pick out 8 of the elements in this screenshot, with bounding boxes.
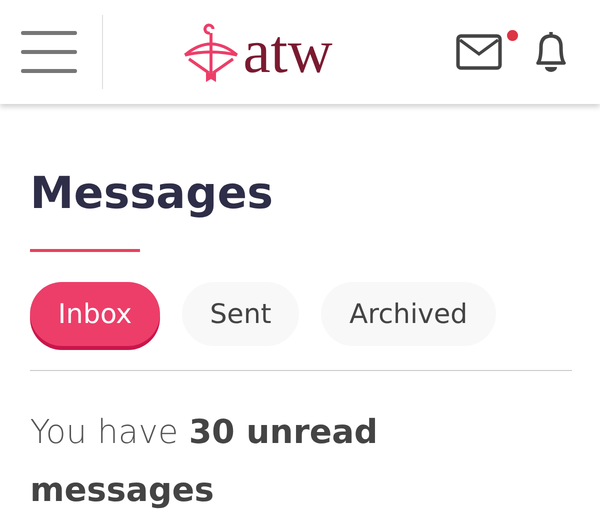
tab[interactable]: Sent [182,282,300,346]
tab[interactable]: Inbox [30,282,160,346]
logo: atw [243,21,333,83]
tab[interactable]: Archived [321,282,496,346]
hanger-bow-icon [181,21,241,83]
menu-icon[interactable] [20,28,80,76]
unread-summary: You have 30 unread messages [30,411,379,511]
page-title: Messages [30,172,274,216]
